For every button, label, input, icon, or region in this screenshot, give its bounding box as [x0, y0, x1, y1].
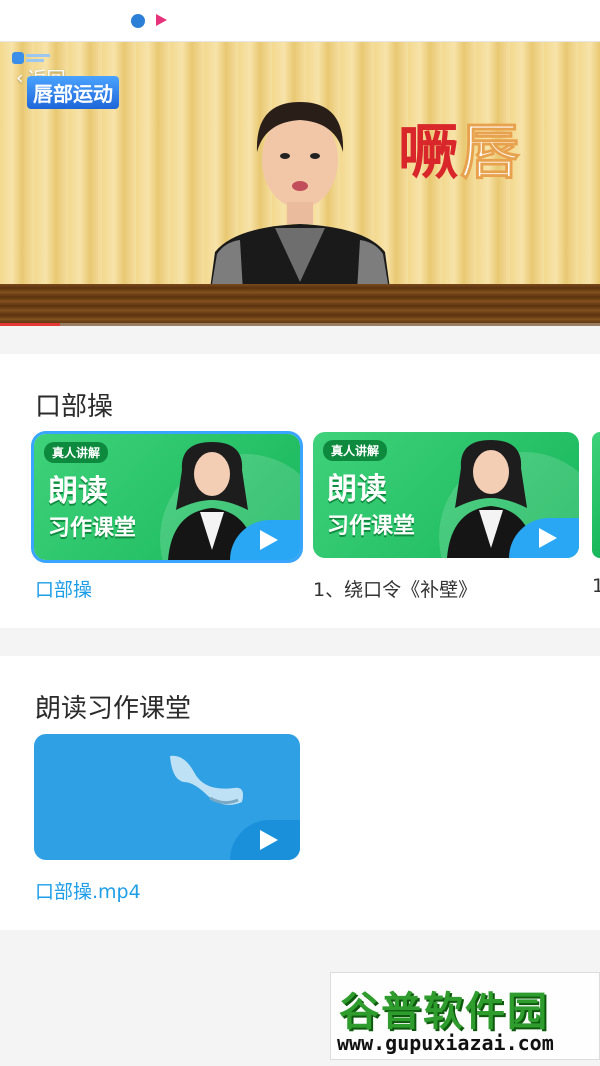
video-progress-bar[interactable] — [0, 323, 600, 326]
video-card-3-partial[interactable] — [592, 432, 600, 558]
video-player[interactable]: ‹ 返回 唇部运动 噘唇 — [0, 42, 600, 326]
card-caption[interactable]: 1、绕口令《补壁》 — [313, 575, 477, 602]
chevron-left-icon: ‹ — [16, 66, 24, 89]
card-title-line2: 习作课堂 — [327, 514, 416, 539]
video-progress-fill — [0, 323, 60, 326]
card-title-line1: 朗读 — [48, 474, 108, 509]
card-caption[interactable]: 口部操.mp4 — [35, 877, 141, 904]
card-tag: 真人讲解 — [44, 442, 109, 463]
ribbon-graphic — [170, 755, 243, 805]
card-title-line1: 朗读 — [327, 472, 387, 507]
play-icon[interactable] — [230, 820, 300, 860]
section-reading-class: 朗读习作课堂 口部操.mp4 — [0, 656, 600, 930]
app-icon-globe — [131, 14, 145, 28]
stage-floor — [0, 284, 600, 326]
section-mouth-exercise: 口部操 真人讲解 朗读 习作课堂 口部操 真人讲解 朗读 习作课堂 1、绕口令《… — [0, 354, 600, 628]
video-card-2[interactable]: 真人讲解 朗读 习作课堂 — [313, 432, 579, 558]
video-big-title: 噘唇 — [398, 118, 522, 189]
video-card-1[interactable]: 真人讲解 朗读 习作课堂 — [34, 434, 300, 560]
watermark-url: www.gupuxiazai.com — [337, 1031, 554, 1055]
card-caption[interactable]: 口部操 — [35, 575, 92, 602]
section-title: 口部操 — [35, 392, 114, 422]
status-bar — [0, 0, 600, 42]
section-title: 朗读习作课堂 — [35, 694, 192, 724]
video-topic-label: 唇部运动 — [27, 76, 119, 109]
app-icon-play — [156, 14, 167, 26]
card-caption-partial[interactable]: 1 — [592, 575, 600, 597]
video-card-mp4[interactable] — [34, 734, 300, 860]
card-title-line2: 习作课堂 — [48, 516, 137, 541]
card-tag: 真人讲解 — [323, 440, 388, 461]
watermark: 谷普软件园 www.gupuxiazai.com — [330, 972, 600, 1060]
watermark-name: 谷普软件园 — [339, 989, 549, 1035]
